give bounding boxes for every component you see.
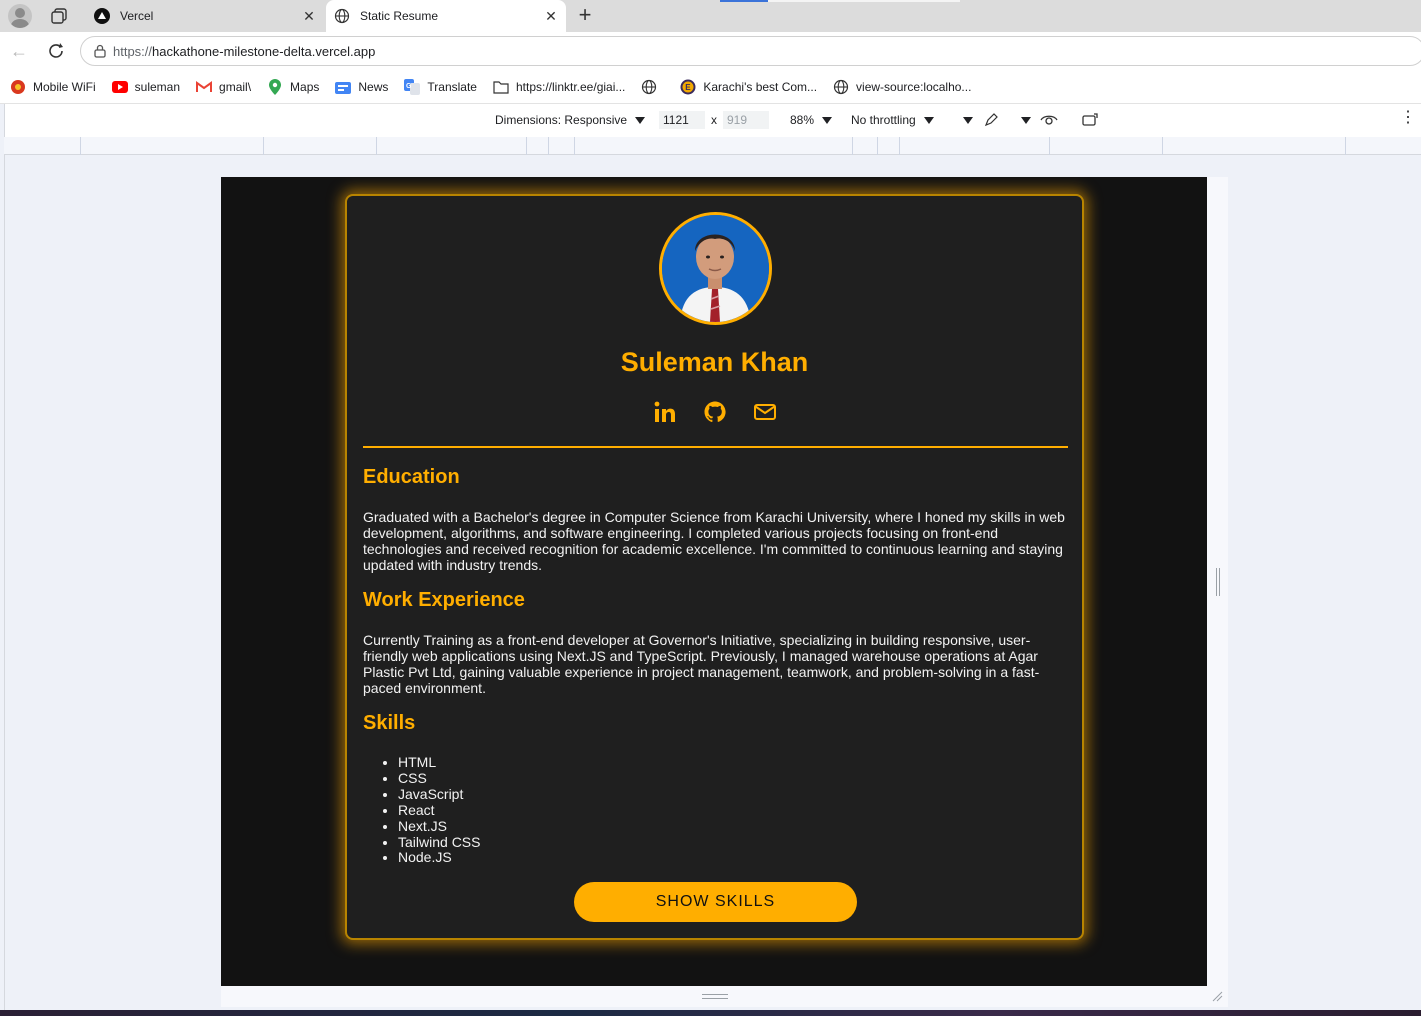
bottom-resize-grip[interactable] [702,994,728,999]
skill-item: JavaScript [398,786,480,803]
close-tab-icon[interactable]: ✕ [544,9,558,23]
tab-vercel[interactable]: Vercel ✕ [84,0,324,32]
skill-item: React [398,802,480,819]
skill-item: HTML [398,754,480,771]
device-toolbar: Dimensions: Responsive 1121 x 919 88% No… [4,104,1421,137]
close-tab-icon[interactable]: ✕ [302,9,316,23]
dimensions-select[interactable]: Dimensions: Responsive [495,113,646,127]
height-input[interactable]: 919 [723,111,769,129]
corner-resize-icon[interactable] [1211,990,1223,1002]
eye-icon[interactable] [1040,112,1058,128]
show-skills-button[interactable]: SHOW SKILLS [574,882,857,922]
tab-actions-icon[interactable] [50,7,68,25]
globe-icon [334,8,350,24]
new-tab-icon[interactable]: + [575,4,595,26]
bookmark-view-source[interactable]: view-source:localho... [833,79,971,95]
bookmark-karachi[interactable]: E Karachi's best Com... [680,79,817,95]
media-query-ruler [4,137,1421,155]
sensor-pen-icon[interactable] [983,112,999,128]
social-links [347,400,1082,428]
right-resize-grip[interactable] [1216,568,1220,596]
resume-card: Suleman Khan Education Graduated with a … [345,194,1084,940]
maps-icon [267,78,283,95]
vision-select-icon[interactable] [1013,113,1031,127]
throttling-select[interactable]: No throttling [851,113,934,127]
svg-text:G: G [406,83,412,90]
width-input[interactable]: 1121 [659,111,705,129]
gmail-icon [196,79,213,95]
profile-name: Suleman Khan [620,347,809,377]
linkedin-icon[interactable] [653,400,677,424]
tab-title: Static Resume [360,9,439,23]
globe-icon [641,79,657,95]
wifi-icon [10,79,26,95]
education-heading: Education [363,466,460,488]
bookmarks-bar: Mobile WiFi suleman gmail\ Maps News G T… [0,70,1421,104]
folder-icon [493,79,509,95]
youtube-icon [111,79,128,95]
site-info-icon[interactable] [93,44,107,58]
skill-item: Next.JS [398,818,480,835]
bookmark-news[interactable]: News [335,79,388,95]
tab-strip-indicator [720,0,768,2]
tab-strip: Vercel ✕ Static Resume ✕ + [0,0,1421,32]
bookmark-globe[interactable] [641,79,664,95]
address-bar[interactable]: https://hackathone-milestone-delta.verce… [80,36,1421,66]
profile-avatar-icon[interactable] [8,4,32,28]
bookmark-mobile-wifi[interactable]: Mobile WiFi [10,79,96,95]
education-text: Graduated with a Bachelor's degree in Co… [363,509,1065,573]
back-arrow-icon[interactable]: ← [10,42,28,60]
bookmark-linktree[interactable]: https://linktr.ee/giai... [493,79,625,95]
mail-icon[interactable] [753,400,777,424]
tab-strip-indicator-track [768,0,960,2]
skill-item: CSS [398,770,480,787]
more-options-icon[interactable]: ⋮ [1400,110,1416,126]
skill-item: Node.JS [398,850,480,866]
bookmark-translate[interactable]: G Translate [404,78,477,95]
os-taskbar [0,1010,1421,1016]
skills-heading: Skills [363,712,416,734]
browser-toolbar: ← https://hackathone-milestone-delta.ver… [0,32,1421,70]
reload-icon[interactable] [46,41,66,61]
zoom-select[interactable]: 88% [790,113,833,127]
more-select-icon[interactable] [955,113,973,127]
tab-static-resume[interactable]: Static Resume ✕ [326,0,566,32]
translate-icon: G [404,78,421,95]
github-icon[interactable] [703,400,727,424]
rotate-icon[interactable] [1082,112,1100,128]
skills-list: HTML CSS JavaScript React Next.JS Tailwi… [398,754,480,866]
url-text: https://hackathone-milestone-delta.verce… [113,44,376,59]
tab-title: Vercel [120,9,154,23]
header-divider [363,446,1068,448]
skill-item: Tailwind CSS [398,834,480,851]
work-experience-heading: Work Experience [363,589,525,611]
svg-text:E: E [686,83,692,92]
bookmark-maps[interactable]: Maps [267,78,319,95]
work-experience-text: Currently Training as a front-end develo… [363,632,1040,696]
bookmark-gmail[interactable]: gmail\ [196,79,251,95]
news-icon [335,79,352,95]
globe-icon [833,79,849,95]
vercel-icon [94,8,110,24]
resume-page: Suleman Khan Education Graduated with a … [221,177,1207,986]
bookmark-suleman[interactable]: suleman [111,79,180,95]
dimension-separator: x [711,113,717,127]
profile-photo [659,212,772,325]
site-icon: E [680,79,696,95]
